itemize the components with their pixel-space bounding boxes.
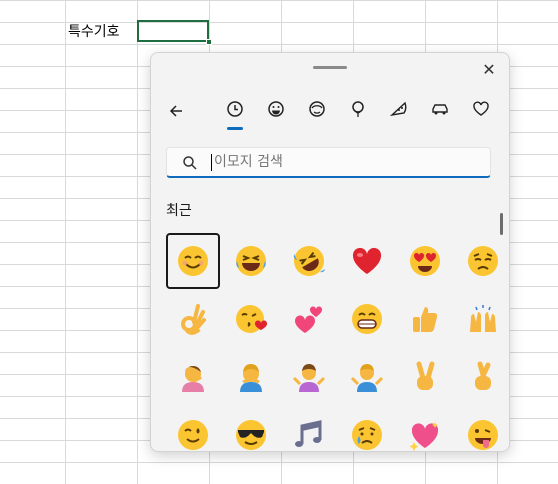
tab-travel[interactable] — [425, 97, 455, 125]
search-box[interactable] — [166, 147, 491, 178]
balloon-icon — [349, 100, 367, 122]
drag-handle[interactable] — [313, 66, 347, 69]
back-arrow-icon[interactable] — [161, 97, 191, 125]
emoji-crossed-fingers[interactable] — [456, 349, 509, 405]
fill-handle[interactable] — [206, 39, 212, 45]
emoji-winking-face[interactable] — [166, 407, 220, 451]
emoji-rolling-laughing-face[interactable] — [282, 233, 336, 289]
emoji-beaming-face[interactable] — [340, 291, 394, 347]
emoji-panel: ✕ 최근 — [150, 52, 510, 452]
search-icon — [182, 155, 198, 171]
emoji-face-with-tongue[interactable] — [456, 407, 509, 451]
emoji-pleading-face[interactable] — [456, 233, 509, 289]
active-cell[interactable] — [137, 20, 209, 42]
text-caret — [211, 154, 212, 171]
emoji-victory-hand[interactable] — [398, 349, 452, 405]
scrollbar[interactable] — [500, 213, 503, 235]
active-tab-indicator — [227, 127, 243, 130]
emoji-two-hearts[interactable] — [282, 291, 336, 347]
emoji-ok-hand[interactable] — [166, 291, 220, 347]
emoji-sunglasses-face[interactable] — [224, 407, 278, 451]
smiley-icon — [267, 100, 285, 122]
close-button[interactable]: ✕ — [478, 59, 500, 81]
tab-recent[interactable] — [220, 97, 250, 125]
car-icon — [431, 100, 449, 122]
emoji-person-shrugging[interactable] — [282, 349, 336, 405]
emoji-grinning-squinting-face[interactable] — [224, 233, 278, 289]
pizza-icon — [389, 100, 408, 122]
emoji-crying-face[interactable] — [340, 407, 394, 451]
emoji-thumbs-up[interactable] — [398, 291, 452, 347]
tab-smileys[interactable] — [261, 97, 291, 125]
emoji-raising-hands[interactable] — [456, 291, 509, 347]
emoji-musical-notes[interactable] — [282, 407, 336, 451]
tab-food[interactable] — [384, 97, 414, 125]
tab-celebration[interactable] — [343, 97, 373, 125]
emoji-heart-eyes-face[interactable] — [398, 233, 452, 289]
emoji-red-heart[interactable] — [340, 233, 394, 289]
category-tabs — [161, 97, 501, 133]
emoji-smiling-face[interactable] — [166, 233, 220, 289]
emoji-person-gesturing-ok[interactable] — [224, 349, 278, 405]
clock-icon — [226, 100, 244, 122]
emoji-person-facepalming[interactable] — [166, 349, 220, 405]
people-icon — [308, 100, 326, 122]
emoji-sparkling-heart[interactable] — [398, 407, 452, 451]
heart-icon — [472, 100, 490, 122]
search-input[interactable] — [214, 151, 474, 173]
cell-a1-text: 특수기호 — [68, 24, 120, 40]
emoji-face-blowing-kiss[interactable] — [224, 291, 278, 347]
emoji-man-shrugging[interactable] — [340, 349, 394, 405]
tab-symbols[interactable] — [466, 97, 496, 125]
section-title-recent: 최근 — [166, 203, 192, 219]
tab-people[interactable] — [302, 97, 332, 125]
